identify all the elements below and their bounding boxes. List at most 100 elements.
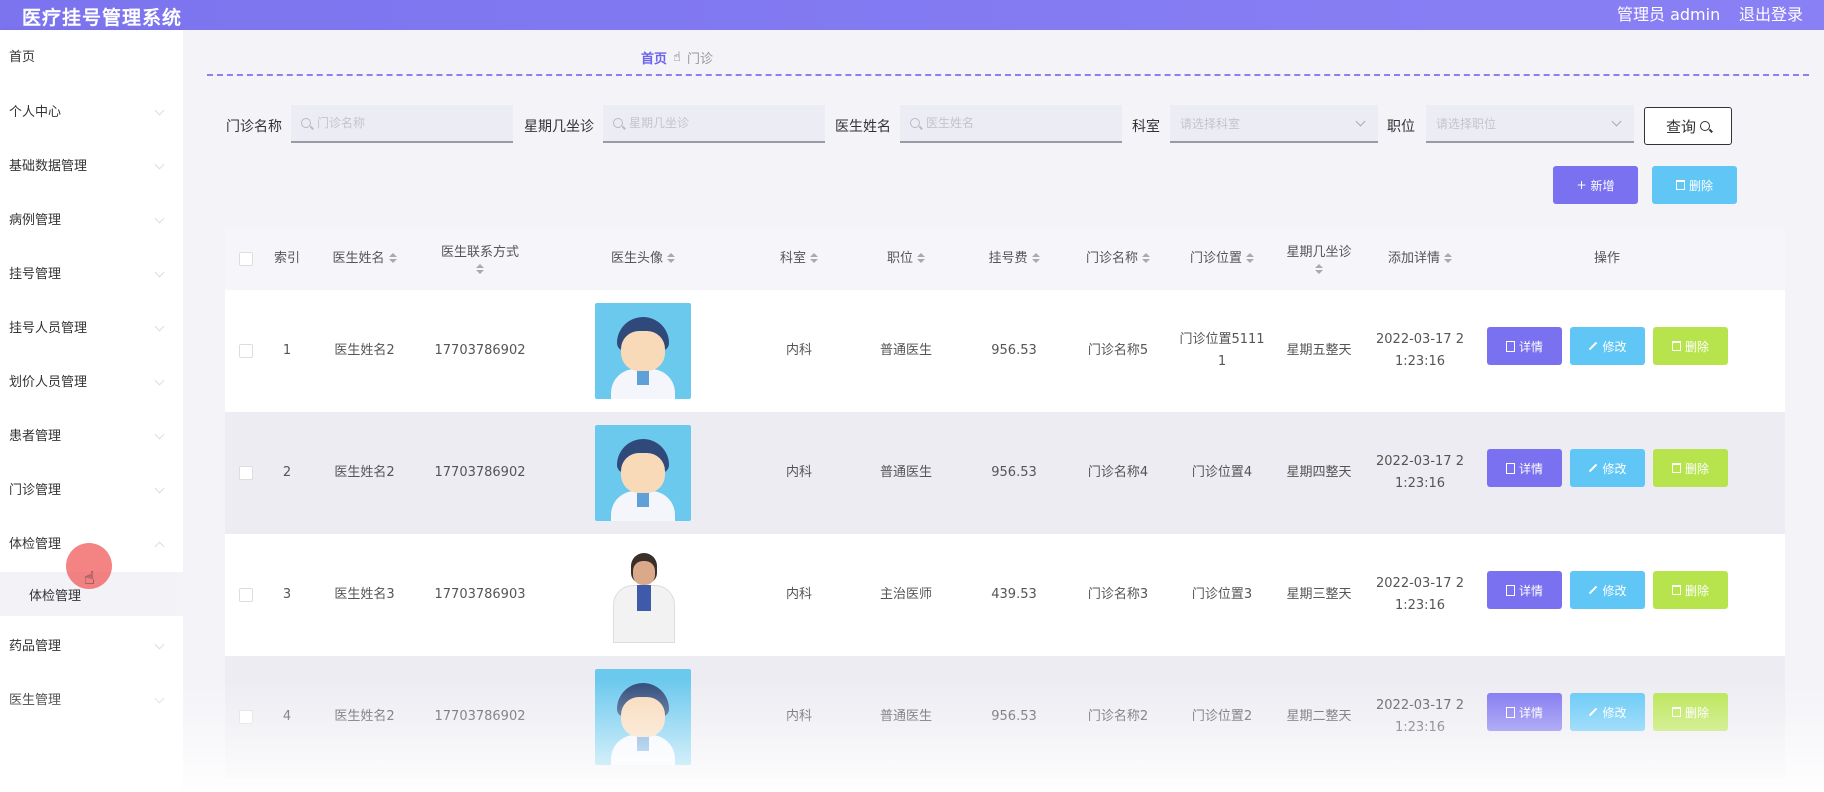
header-label: 操作 (1593, 251, 1620, 266)
header-clinic-name[interactable]: 门诊名称 (1066, 228, 1170, 290)
select-all-checkbox[interactable] (239, 252, 253, 266)
header-clinic-location[interactable]: 门诊位置 (1170, 228, 1274, 290)
location-line-1: 门诊位置5111 (1179, 332, 1265, 347)
sidebar-item-pricing-staff[interactable]: 划价人员管理 (0, 360, 183, 400)
add-button[interactable]: + 新增 (1553, 166, 1638, 204)
clinic-location-cell: 门诊位置5111 1 (1170, 290, 1274, 412)
doctor-cartoon-image[interactable] (595, 303, 691, 399)
fee-cell: 439.53 (991, 587, 1037, 602)
header-label: 添加详情 (1387, 251, 1440, 266)
sidebar-item-personal-center[interactable]: 个人中心 (0, 90, 183, 130)
row-checkbox[interactable] (239, 588, 253, 602)
detail-button[interactable]: 详情 (1487, 571, 1562, 609)
detail-button[interactable]: 详情 (1487, 693, 1562, 731)
header-doctor-name[interactable]: 医生姓名 (307, 228, 422, 290)
sort-icon[interactable] (917, 253, 925, 265)
header-label: 星期几坐诊 (1286, 245, 1352, 260)
doctor-name-field[interactable] (926, 116, 1096, 130)
location-line-1: 门诊位置2 (1191, 709, 1253, 724)
batch-delete-button[interactable]: 删除 (1652, 166, 1737, 204)
edit-button[interactable]: 修改 (1570, 449, 1645, 487)
row-select-cell (225, 412, 267, 534)
phone-cell: 17703786902 (434, 343, 526, 358)
header-weekday[interactable]: 星期几坐诊 (1274, 228, 1364, 290)
weekday-field[interactable] (629, 116, 799, 130)
logout-link[interactable]: 退出登录 (1739, 1, 1803, 25)
row-checkbox[interactable] (239, 466, 253, 480)
breadcrumb-home[interactable]: 首页 (641, 48, 667, 67)
sidebar-item-doctors[interactable]: 医生管理 (0, 678, 183, 718)
clinic-name-input[interactable] (291, 105, 513, 143)
detail-button-label: 详情 (1518, 583, 1543, 598)
sort-icon[interactable] (388, 253, 397, 265)
header-position[interactable]: 职位 (850, 228, 962, 290)
clinic-location-cell: 门诊位置2 (1170, 656, 1274, 778)
detail-button-label: 详情 (1518, 461, 1543, 476)
sidebar-item-base-data[interactable]: 基础数据管理 (0, 144, 183, 184)
sidebar-item-home[interactable]: 首页 (0, 35, 183, 75)
header-label: 医生联系方式 (440, 245, 519, 260)
sort-icon[interactable] (1444, 253, 1452, 265)
chevron-down-icon (1355, 116, 1366, 127)
sort-icon[interactable] (1246, 253, 1254, 265)
edit-button[interactable]: 修改 (1570, 693, 1645, 731)
detail-button[interactable]: 详情 (1487, 327, 1562, 365)
time-line-2: 1:23:16 (1394, 476, 1446, 491)
search-icon (301, 118, 311, 128)
doctor-cartoon-image[interactable] (595, 669, 691, 765)
delete-button[interactable]: 删除 (1653, 449, 1728, 487)
sort-icon[interactable] (1142, 253, 1150, 265)
header-label: 门诊位置 (1189, 251, 1242, 266)
clinic-name-field[interactable] (317, 116, 487, 130)
sort-icon[interactable] (1031, 253, 1040, 265)
doctor-name-input[interactable] (900, 105, 1122, 143)
sidebar-item-registration[interactable]: 挂号管理 (0, 252, 183, 292)
header-department[interactable]: 科室 (748, 228, 850, 290)
department-select-placeholder: 请选择科室 (1180, 116, 1241, 131)
delete-button-label: 删除 (1684, 339, 1709, 354)
chevron-down-icon (154, 213, 165, 224)
position-cell: 普通医生 (879, 465, 932, 480)
sidebar-item-drugs[interactable]: 药品管理 (0, 624, 183, 664)
delete-button[interactable]: 删除 (1653, 693, 1728, 731)
sidebar-item-label: 挂号人员管理 (9, 320, 88, 336)
doctor-cartoon-image[interactable] (595, 425, 691, 521)
delete-button[interactable]: 删除 (1653, 571, 1728, 609)
index-cell: 2 (282, 465, 292, 480)
created-time-cell: 2022-03-17 2 1:23:16 (1364, 656, 1476, 778)
weekday-input[interactable] (603, 105, 825, 143)
sort-icon[interactable] (810, 253, 818, 265)
header-label: 医生头像 (610, 251, 663, 266)
sidebar-item-registration-staff[interactable]: 挂号人员管理 (0, 306, 183, 346)
query-button[interactable]: 查询 (1644, 107, 1732, 145)
sidebar-item-patients[interactable]: 患者管理 (0, 414, 183, 454)
department-select[interactable]: 请选择科室 (1170, 105, 1378, 143)
header-created-time[interactable]: 添加详情 (1364, 228, 1476, 290)
name-cell: 医生姓名2 (334, 343, 395, 358)
header-doctor-phone[interactable]: 医生联系方式 (422, 228, 538, 290)
name-cell: 医生姓名3 (334, 587, 395, 602)
edit-button[interactable]: 修改 (1570, 571, 1645, 609)
detail-button-label: 详情 (1518, 339, 1543, 354)
edit-icon (1589, 341, 1598, 351)
position-select[interactable]: 请选择职位 (1426, 105, 1634, 143)
row-checkbox[interactable] (239, 710, 253, 724)
sort-icon[interactable] (476, 264, 484, 276)
search-icon (910, 118, 920, 128)
chevron-down-icon (154, 159, 165, 170)
sidebar-item-clinics[interactable]: 门诊管理 (0, 468, 183, 508)
delete-button[interactable]: 删除 (1653, 327, 1728, 365)
edit-button[interactable]: 修改 (1570, 327, 1645, 365)
index-cell: 4 (282, 709, 292, 724)
sidebar-item-cases[interactable]: 病例管理 (0, 198, 183, 238)
clinic-cell: 门诊名称3 (1087, 587, 1149, 602)
detail-button[interactable]: 详情 (1487, 449, 1562, 487)
table-row: 1 医生姓名2 17703786902 内科 普通医生 956.53 门诊名称5 门诊位置51… (225, 290, 1785, 412)
chevron-down-icon (154, 693, 165, 704)
sort-icon[interactable] (1315, 264, 1323, 276)
header-doctor-avatar[interactable]: 医生头像 (538, 228, 748, 290)
header-fee[interactable]: 挂号费 (962, 228, 1066, 290)
doctor-photo-image[interactable] (595, 547, 691, 643)
sort-icon[interactable] (667, 253, 675, 265)
row-checkbox[interactable] (239, 344, 253, 358)
